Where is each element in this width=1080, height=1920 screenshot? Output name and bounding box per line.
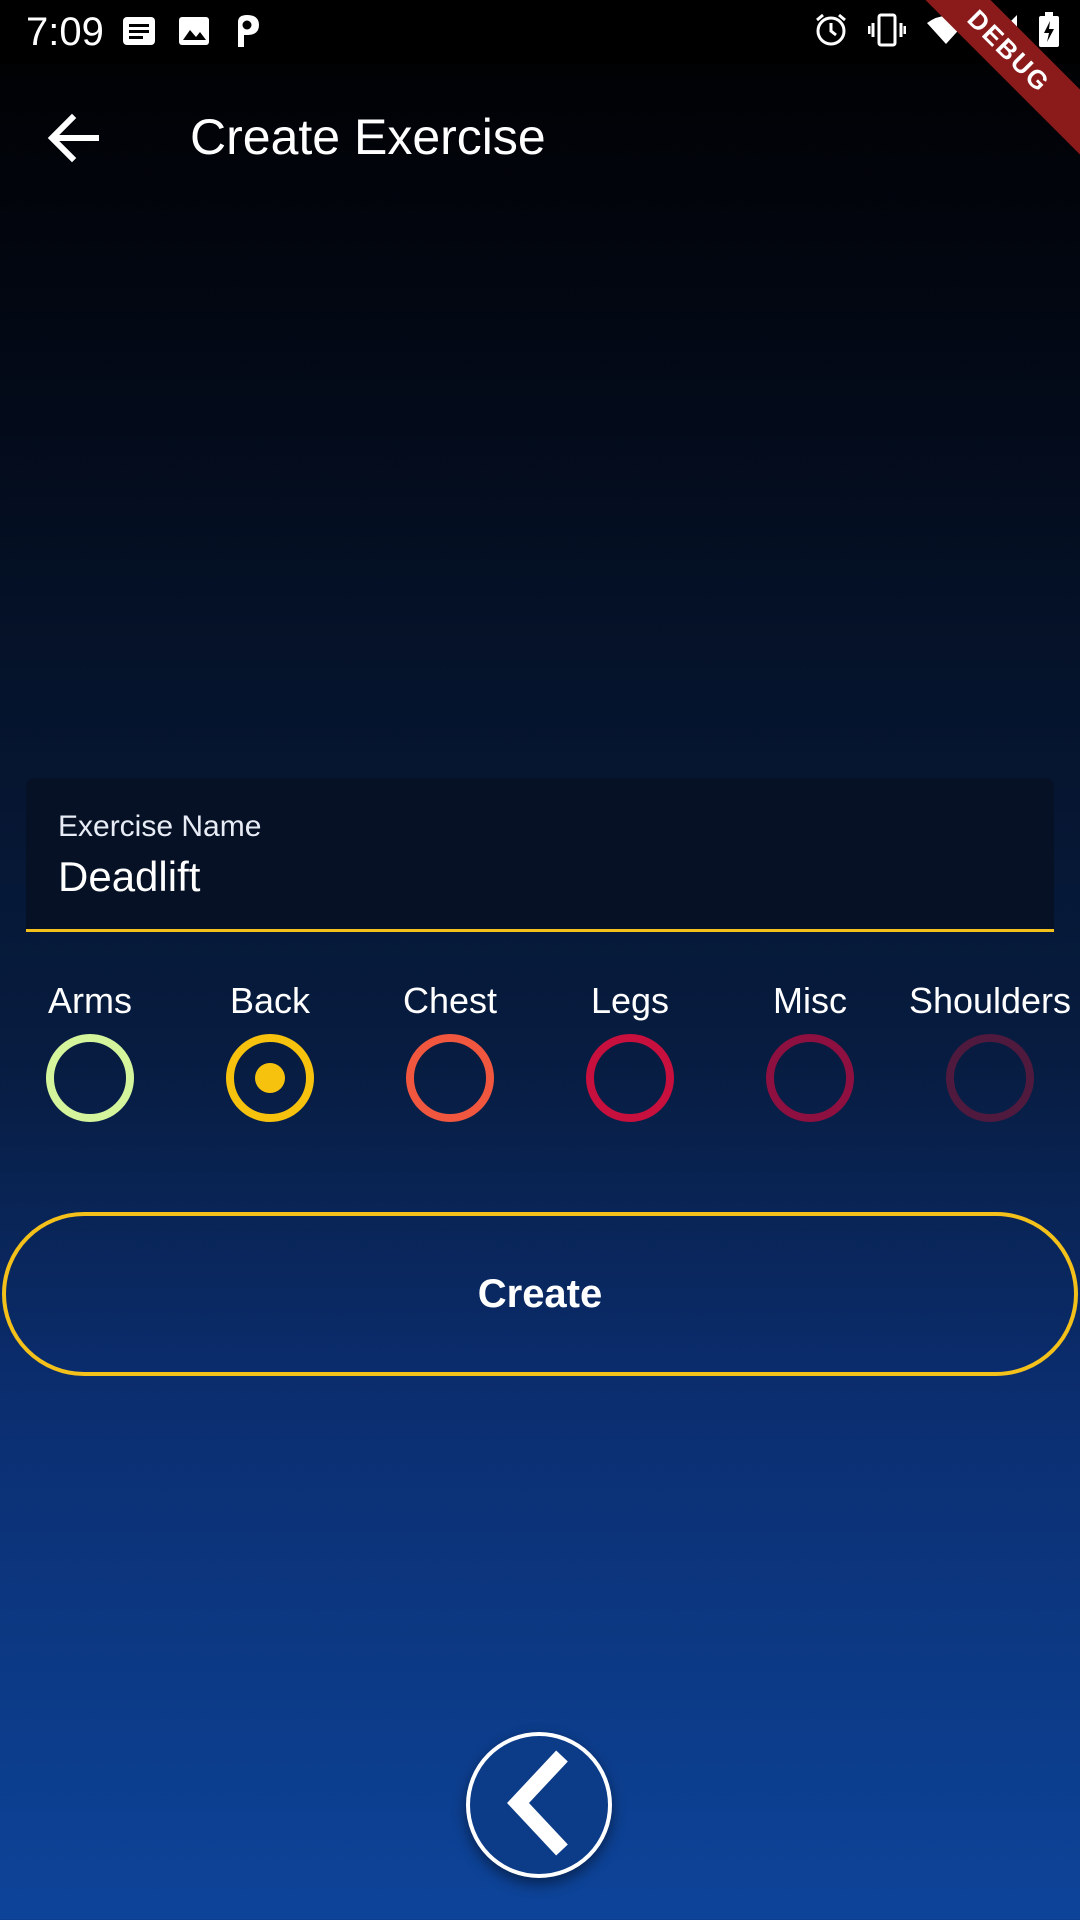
radio-selected-icon[interactable] (226, 1034, 314, 1122)
notes-icon (122, 16, 156, 51)
image-icon (178, 16, 210, 51)
back-fab-button[interactable] (466, 1732, 612, 1878)
status-left-icons (122, 14, 262, 53)
category-option[interactable]: Legs (540, 980, 720, 1122)
radio-unselected-icon[interactable] (46, 1034, 134, 1122)
category-option[interactable]: Arms (0, 980, 180, 1122)
app-bar: Create Exercise (0, 64, 1080, 210)
radio-unselected-icon[interactable] (586, 1034, 674, 1122)
parking-icon (232, 14, 262, 53)
category-option[interactable]: Chest (360, 980, 540, 1122)
category-radio-group: Arms Back Chest Legs Misc Shoulders (0, 980, 1080, 1140)
radio-unselected-icon[interactable] (946, 1034, 1034, 1122)
category-option[interactable]: Shoulders (900, 980, 1080, 1122)
category-label: Arms (48, 980, 132, 1021)
category-option[interactable]: Misc (720, 980, 900, 1122)
category-label: Shoulders (908, 980, 1072, 1021)
category-option[interactable]: Back (180, 980, 360, 1122)
battery-charging-icon (1038, 12, 1060, 53)
radio-unselected-icon[interactable] (766, 1034, 854, 1122)
arrow-back-icon[interactable] (46, 110, 102, 166)
vibrate-icon (867, 13, 907, 52)
radio-dot-icon (255, 1063, 285, 1093)
create-button[interactable]: Create (2, 1212, 1078, 1376)
category-label: Chest (402, 980, 498, 1021)
status-time: 7:09 (26, 10, 104, 54)
category-label: Misc (773, 980, 847, 1021)
exercise-name-field[interactable]: Exercise Name Deadlift (26, 778, 1054, 932)
exercise-name-input[interactable]: Deadlift (58, 853, 200, 901)
chevron-left-icon (504, 1748, 574, 1863)
status-bar: 7:09 (0, 0, 1080, 64)
page-title: Create Exercise (190, 109, 546, 165)
exercise-name-label: Exercise Name (58, 810, 262, 843)
category-label: Legs (590, 980, 670, 1021)
alarm-icon (814, 13, 848, 52)
radio-unselected-icon[interactable] (406, 1034, 494, 1122)
category-label: Back (229, 980, 311, 1021)
